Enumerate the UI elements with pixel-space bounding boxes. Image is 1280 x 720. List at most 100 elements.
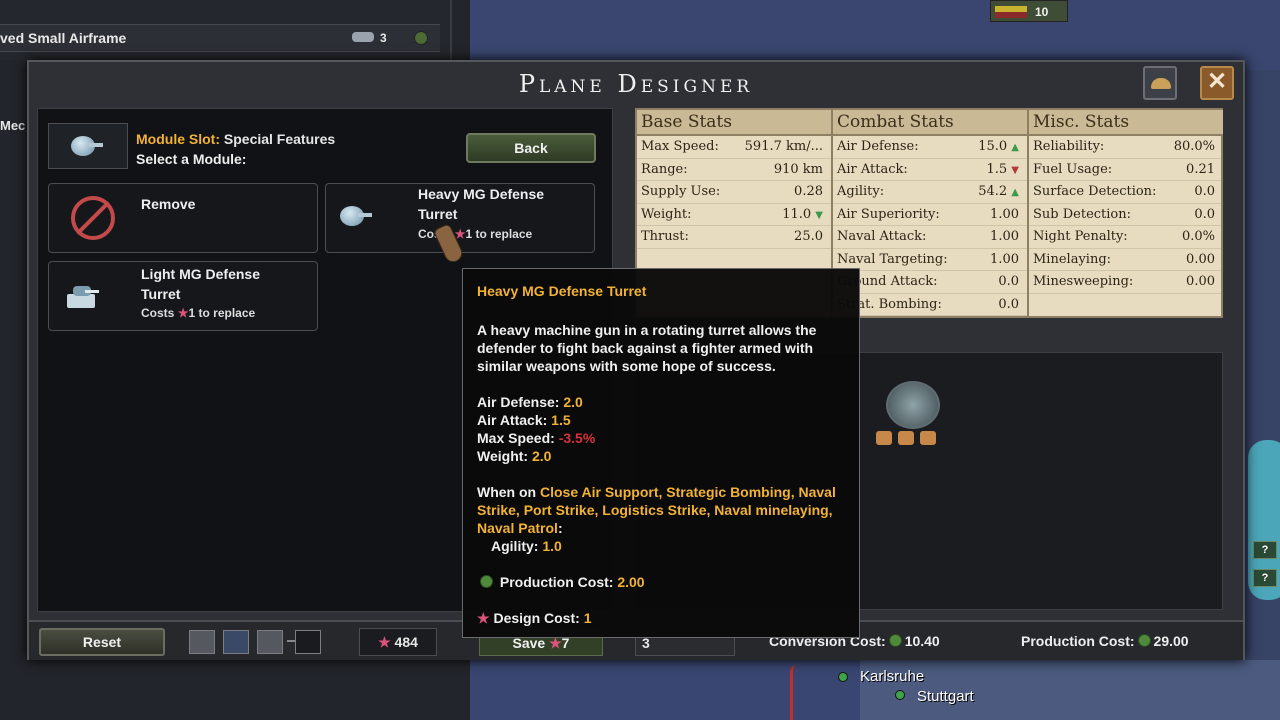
equipment-count: 3 <box>380 31 387 45</box>
mini-slot-icon <box>898 431 914 445</box>
stat-row: Air Defense: 15.0 ▲ <box>833 136 1027 159</box>
arrow-up-icon: ▲ <box>1011 187 1019 198</box>
city-dot-icon <box>838 672 848 682</box>
divider <box>287 640 295 642</box>
module-slot-prefix: Module Slot: <box>136 131 220 147</box>
tooltip-agility: Agility: 1.0 <box>491 538 562 554</box>
star-icon: ★ <box>378 634 391 650</box>
city-label-stuttgart[interactable]: Stuttgart <box>917 688 974 705</box>
module-title-line2: Turret <box>418 206 458 222</box>
tooltip-production-cost: Production Cost: 2.00 <box>477 573 845 591</box>
copy-design-icon[interactable] <box>189 630 215 654</box>
back-button[interactable]: Back <box>466 133 596 163</box>
stat-row: Strat. Bombing: 0.0 <box>833 294 1027 316</box>
light-turret-icon <box>67 282 101 310</box>
tooltip-design-cost: ★ Design Cost: 1 <box>477 610 592 626</box>
map-unit-counter[interactable]: 10 <box>990 0 1068 22</box>
stat-row: Sub Detection: 0.0 <box>1029 204 1223 226</box>
tooltip-stat: Air Defense: 2.0 <box>477 394 583 410</box>
module-title-line1: Light MG Defense <box>141 266 261 282</box>
select-module-label: Select a Module: <box>136 151 247 167</box>
tooltip-mission-condition: When on Close Air Support, Strategic Bom… <box>477 484 836 536</box>
equipment-list-panel: ved Small Airframe 3 <box>0 0 452 60</box>
close-icon: ✕ <box>1206 68 1228 95</box>
coin-icon <box>1137 634 1151 647</box>
window-title: Plane Designer <box>518 70 754 98</box>
design-cost-display: ★ 484 <box>359 628 437 656</box>
star-icon: ★ <box>477 610 490 626</box>
stat-row: Reliability: 80.0% <box>1029 136 1223 159</box>
unit-count: 10 <box>1035 5 1049 19</box>
equipment-row[interactable]: ved Small Airframe 3 <box>0 24 440 52</box>
city-dot-icon <box>895 690 905 700</box>
help-button[interactable]: ? <box>1253 541 1277 559</box>
stat-row: Range: 910 km <box>637 159 831 181</box>
arrow-up-icon: ▲ <box>1011 142 1019 153</box>
stat-row: Weight: 11.0 ▼ <box>637 204 831 226</box>
help-button[interactable]: ? <box>1253 569 1277 587</box>
module-title-line2: Turret <box>141 286 181 302</box>
stat-row: Surface Detection: 0.0 <box>1029 181 1223 204</box>
combat-stats-column: Combat Stats Air Defense: 15.0 ▲ Air Atta… <box>833 110 1027 316</box>
module-slot-name: Special Features <box>223 131 336 147</box>
tooltip-stat: Max Speed: -3.5% <box>477 430 596 446</box>
arrow-down-good-icon: ▼ <box>815 209 823 221</box>
module-title: Remove <box>141 196 196 212</box>
stat-row: Max Speed: 591.7 km/... <box>637 136 831 159</box>
stat-row: Minesweeping: 0.00 <box>1029 271 1223 294</box>
equipment-name: ved Small Airframe <box>0 30 127 46</box>
star-icon: ★ <box>177 306 189 320</box>
plane-icon <box>352 32 374 42</box>
tooltip-stat: Air Attack: 1.5 <box>477 412 571 428</box>
stat-row: Ground Attack: 0.0 <box>833 271 1027 294</box>
close-button[interactable]: ✕ <box>1200 66 1234 100</box>
module-slot-preview <box>48 123 128 169</box>
tooltip-description: A heavy machine gun in a rotating turret… <box>477 322 817 374</box>
hat-icon <box>1151 78 1171 89</box>
stat-row: Naval Attack: 1.00 <box>833 226 1027 249</box>
stat-row: Thrust: 25.0 <box>637 226 831 249</box>
settings-icon[interactable] <box>223 630 249 654</box>
misc-stats-column: Misc. Stats Reliability: 80.0% Fuel Usage… <box>1029 110 1223 316</box>
module-tooltip: Heavy MG Defense Turret A heavy machine … <box>462 268 860 638</box>
auto-design-button[interactable] <box>1143 66 1177 100</box>
status-dot-icon <box>414 31 428 45</box>
module-option-heavy-mg-turret[interactable]: Heavy MG Defense Turret Costs ★1 to repl… <box>325 183 595 253</box>
bomb-icon[interactable] <box>257 630 283 654</box>
reset-button[interactable]: Reset <box>39 628 165 656</box>
coin-icon <box>888 634 902 647</box>
stat-row: Fuel Usage: 0.21 <box>1029 159 1223 181</box>
empty-slot-icon[interactable] <box>295 630 321 654</box>
stat-row: Supply Use: 0.28 <box>637 181 831 204</box>
stat-row: Air Superiority: 1.00 <box>833 204 1027 226</box>
city-label-karlsruhe[interactable]: Karlsruhe <box>860 668 924 685</box>
production-cost: Production Cost: 29.00 <box>1021 633 1189 649</box>
mini-slot-icon <box>876 431 892 445</box>
arrow-down-icon: ▼ <box>1011 164 1019 176</box>
map-border-line <box>790 665 804 720</box>
tooltip-title: Heavy MG Defense Turret <box>477 283 647 299</box>
base-stats-header: Base Stats <box>637 110 831 136</box>
coin-icon <box>480 575 493 588</box>
tooltip-stat: Weight: 2.0 <box>477 448 552 464</box>
stat-row: Night Penalty: 0.0% <box>1029 226 1223 249</box>
misc-stats-header: Misc. Stats <box>1029 110 1223 136</box>
module-option-light-mg-turret[interactable]: Light MG Defense Turret Costs ★1 to repl… <box>48 261 318 331</box>
flag-stripe <box>995 12 1027 18</box>
combat-stats-header: Combat Stats <box>833 110 1027 136</box>
module-option-remove[interactable]: Remove <box>48 183 318 253</box>
slot-sub-icons <box>876 431 956 447</box>
turret-icon <box>71 134 103 158</box>
module-slot-label: Module Slot: Special Features <box>136 131 335 147</box>
stat-row: Agility: 54.2 ▲ <box>833 181 1027 204</box>
stat-row: Naval Targeting: 1.00 <box>833 249 1027 271</box>
stat-row: Minelaying: 0.00 <box>1029 249 1223 271</box>
stat-row: Air Attack: 1.5 ▼ <box>833 159 1027 181</box>
mini-slot-icon <box>920 431 936 445</box>
module-cost: Costs ★1 to replace <box>141 306 256 320</box>
heavy-turret-icon <box>340 204 372 228</box>
module-slot-button[interactable] <box>886 381 940 429</box>
remove-icon <box>71 196 115 240</box>
module-title-line1: Heavy MG Defense <box>418 186 545 202</box>
side-tab-label[interactable]: Mec <box>0 118 25 133</box>
